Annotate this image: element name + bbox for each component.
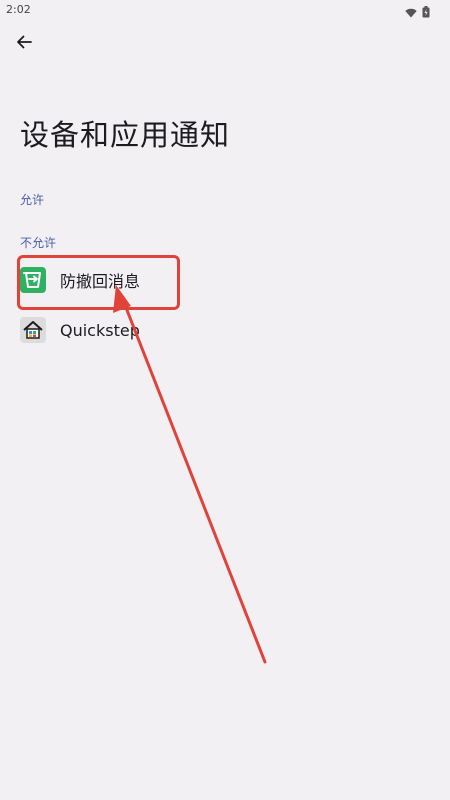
- status-bar: 2:02: [0, 0, 450, 20]
- app-item-anti-recall[interactable]: 防撤回消息: [20, 260, 320, 300]
- app-label: 防撤回消息: [60, 272, 141, 291]
- section-header-allowed: 允许: [20, 193, 45, 207]
- screen: 2:02 设备和应用通知 允许 不允许 防撤回消息 Quickstep: [0, 0, 450, 800]
- app-label: Quickstep: [60, 320, 140, 340]
- wifi-icon: [405, 3, 417, 22]
- app-item-quickstep[interactable]: Quickstep: [20, 310, 320, 350]
- quickstep-home-icon: [20, 317, 46, 343]
- status-time: 2:02: [6, 3, 31, 16]
- back-arrow-icon: [16, 34, 32, 54]
- back-button[interactable]: [12, 32, 36, 56]
- status-icons: [405, 3, 430, 22]
- anti-recall-app-icon: [20, 267, 46, 293]
- battery-icon: [422, 3, 430, 22]
- page-title: 设备和应用通知: [20, 118, 231, 152]
- section-header-denied: 不允许: [20, 236, 57, 250]
